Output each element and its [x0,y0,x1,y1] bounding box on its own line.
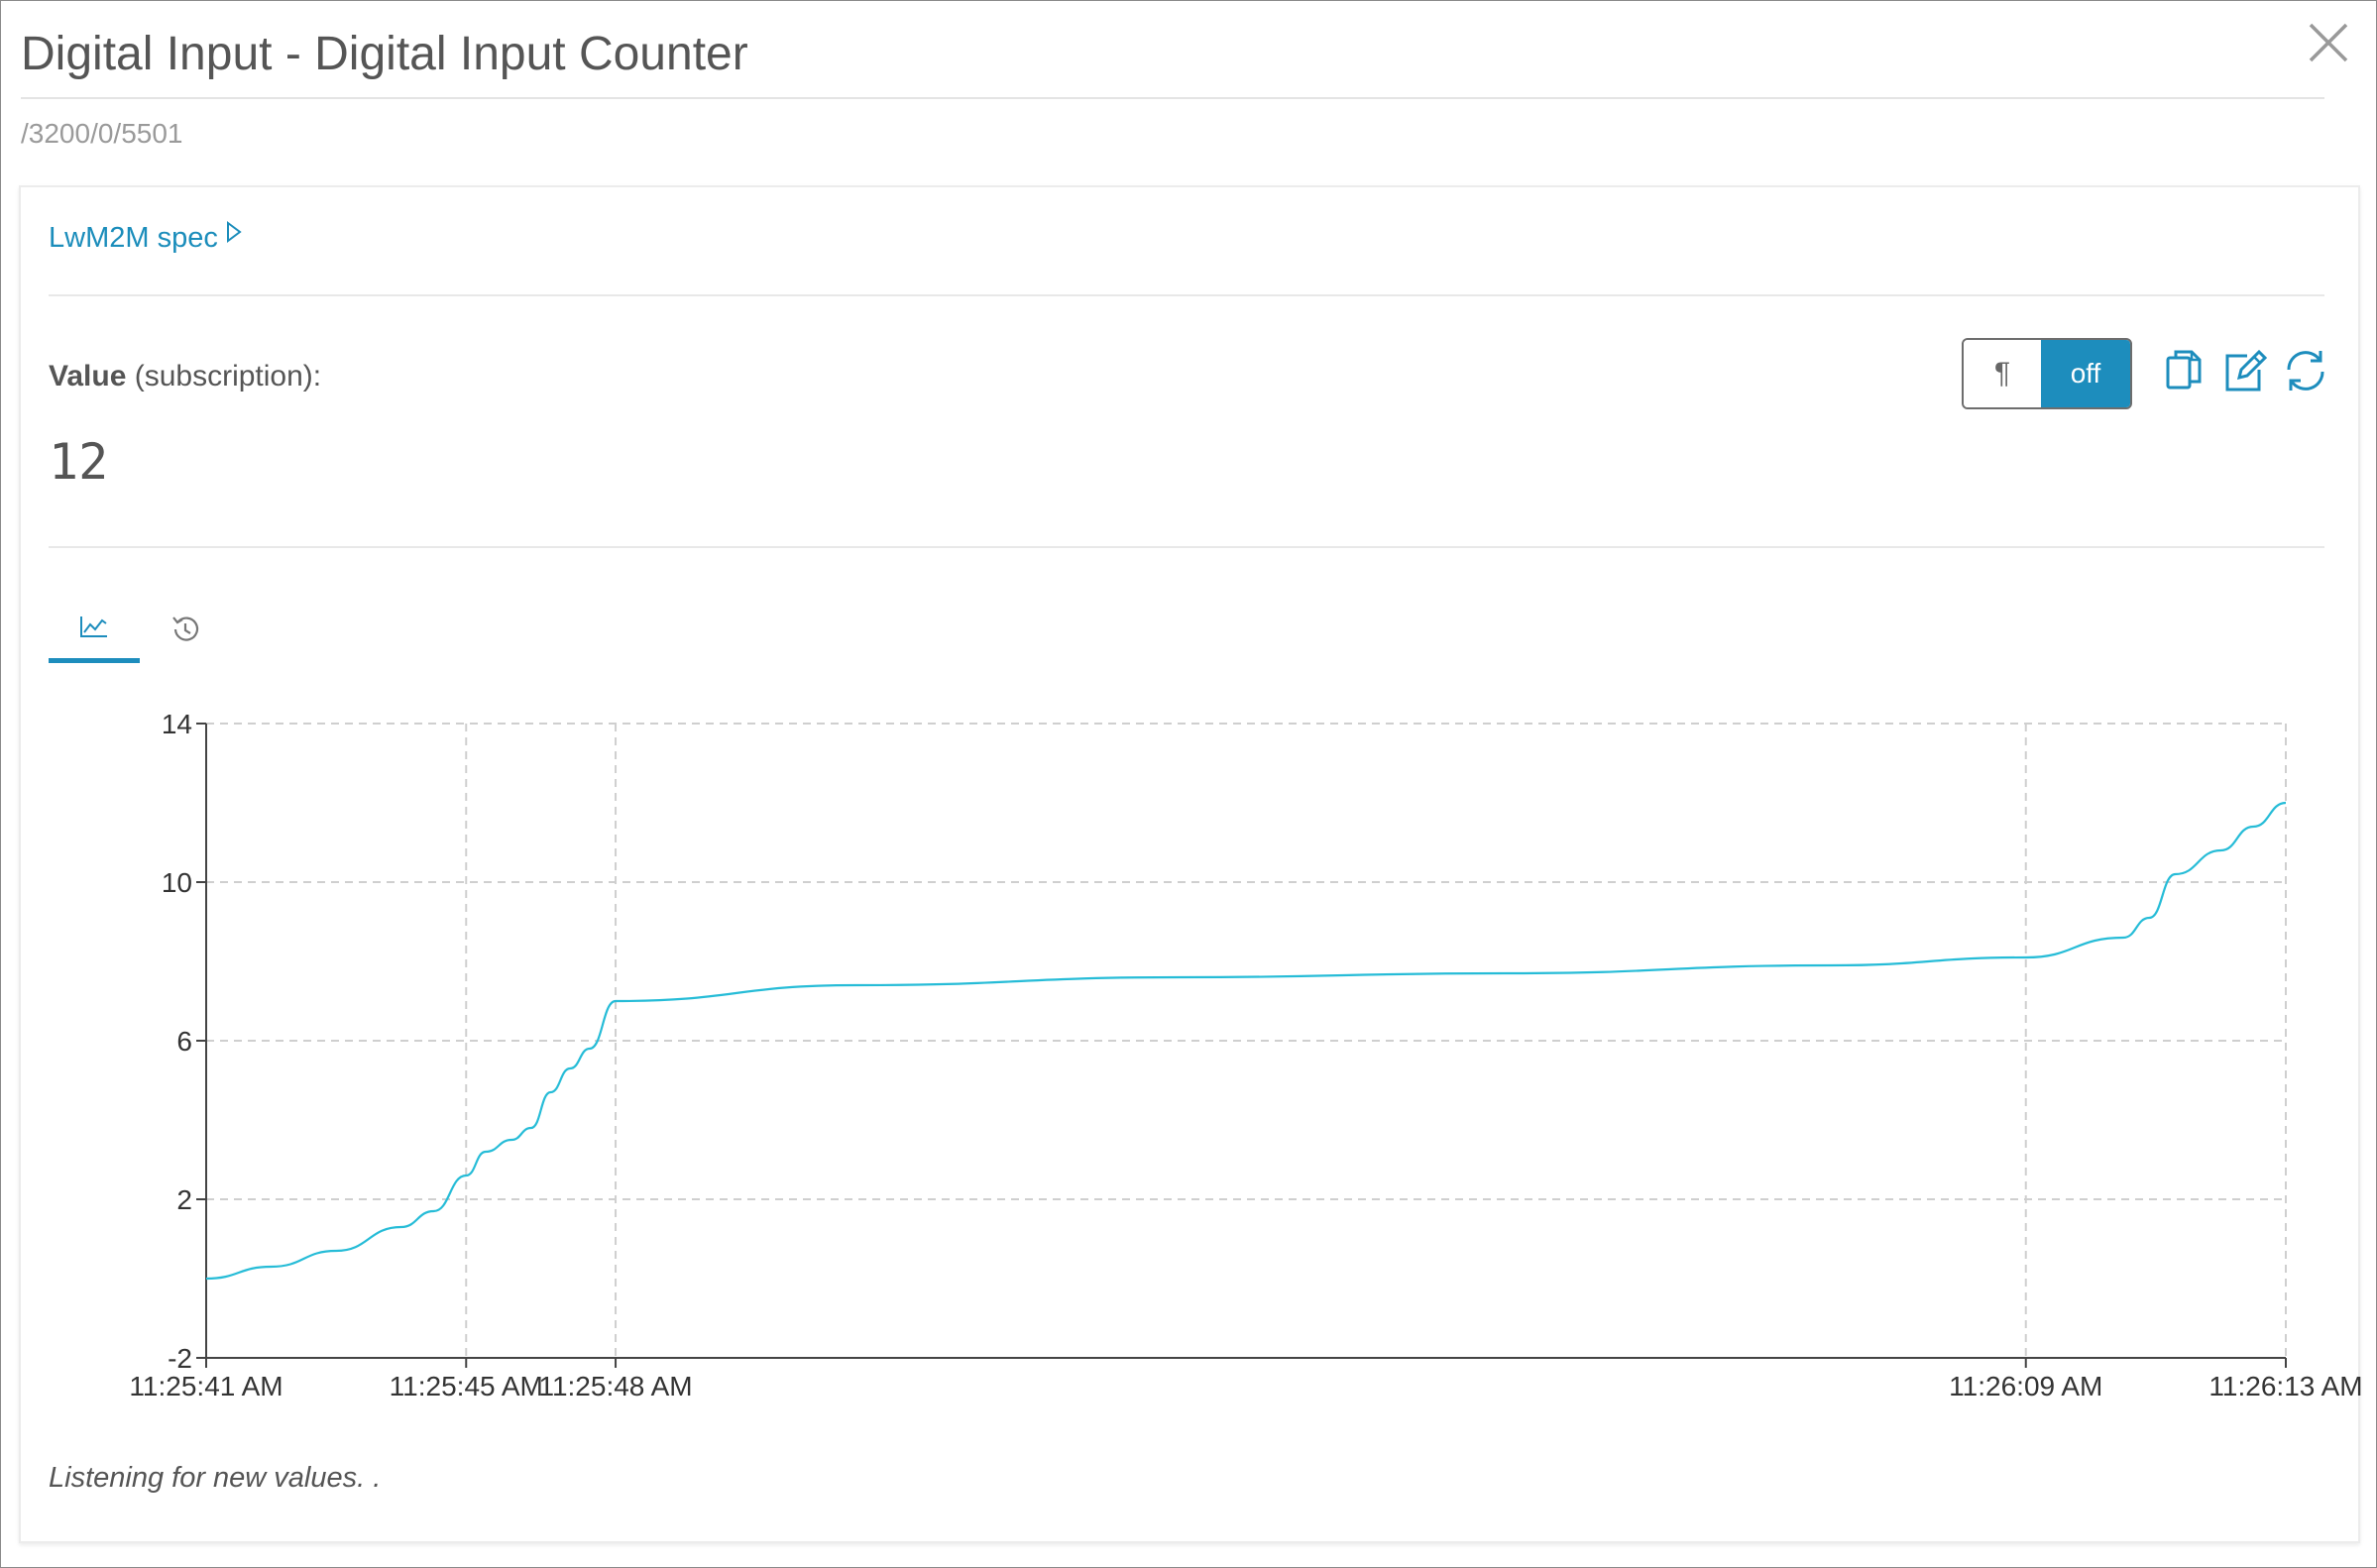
x-tick-label: 11:25:48 AM [538,1371,692,1401]
y-tick-label: 2 [176,1184,192,1215]
y-tick-label: -2 [168,1343,192,1374]
x-tick-label: 11:26:13 AM [2208,1371,2362,1401]
listening-status: Listening for new values. . [49,1462,382,1494]
value-chart: 14 10 6 2 -211:25:41 AM 11:25:45 AM11:25:48 A… [129,709,2362,1401]
y-tick-label: 10 [162,867,192,898]
dialog: Digital Input - Digital Input Counter /3… [0,0,2377,1568]
x-tick-label: 11:26:09 AM [1949,1371,2102,1401]
y-tick-label: 6 [176,1026,192,1057]
y-tick-label: 14 [162,709,192,739]
x-tick-label: 11:25:45 AM [390,1371,543,1401]
x-tick-label: 11:25:41 AM [129,1371,283,1401]
